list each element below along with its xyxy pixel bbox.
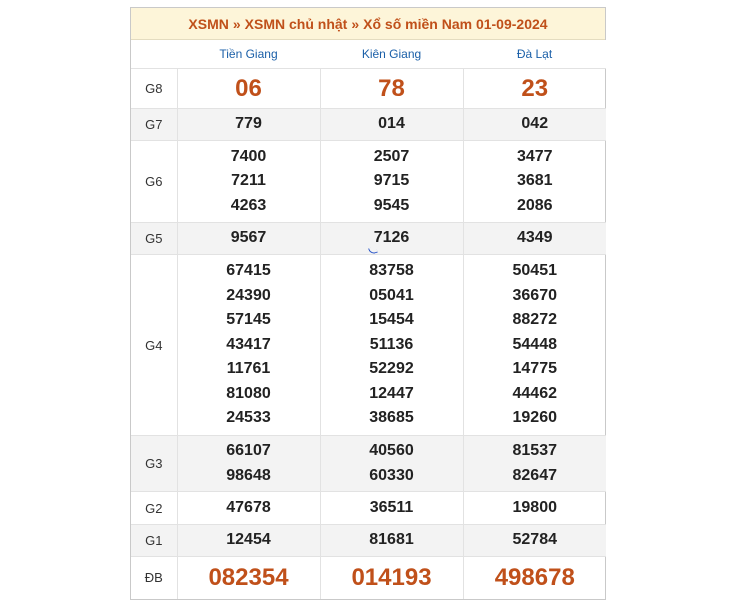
prize-number: 2507: [373, 147, 410, 165]
prize-number: 4349: [516, 229, 553, 247]
prize-number: 7126: [373, 229, 410, 247]
prize-number: 9715: [373, 172, 410, 190]
prize-number: 44462: [512, 384, 558, 402]
prize-label: G3: [131, 435, 178, 492]
prize-label: G5: [131, 222, 178, 255]
breadcrumb-separator: »: [351, 15, 360, 32]
prize-label: G6: [131, 140, 178, 223]
special-prize-number: 082354: [208, 563, 289, 591]
prize-label: G8: [131, 68, 178, 109]
special-prize-number: 498678: [494, 563, 575, 591]
prize-number: 82647: [512, 466, 558, 484]
prize-number: 36511: [369, 498, 414, 516]
prize-number: 779: [235, 115, 262, 133]
prize-number: 19800: [512, 498, 558, 516]
prize-row-g6: G6 7400 7211 4263 2507 9715 9545 3477 36…: [131, 140, 606, 223]
province-kien-giang: Kiên Giang: [320, 40, 463, 69]
prize-label: ĐB: [131, 556, 178, 599]
prize-number: 19260: [512, 409, 558, 427]
prize-number: 81537: [512, 442, 558, 459]
prize-number: 14775: [512, 360, 558, 378]
prize-number: 38685: [369, 409, 414, 427]
prize-number: 88272: [512, 311, 558, 329]
prize-row-g2: G2 47678 36511 19800: [131, 491, 606, 525]
prize-number: 12447: [369, 384, 414, 402]
prize-number: 54448: [512, 335, 558, 353]
province-da-lat: Đà Lạt: [463, 40, 606, 69]
prize-row-g4: G4 67415 24390 57145 43417 11761 81080 2…: [131, 254, 606, 436]
prize-number: 52784: [512, 531, 558, 549]
breadcrumb-xsmn[interactable]: XSMN: [188, 16, 228, 32]
prize-number: 23: [521, 74, 549, 102]
prize-number: 98648: [226, 466, 271, 484]
breadcrumb-separator: »: [232, 15, 241, 32]
prize-number: 9567: [230, 229, 267, 247]
prize-number: 36670: [512, 286, 558, 304]
breadcrumb-xsmn-sunday[interactable]: XSMN chủ nhật: [245, 16, 348, 32]
prize-number: 7400: [230, 147, 267, 165]
breadcrumb: XSMN » XSMN chủ nhật » Xổ số miền Nam 01…: [131, 8, 605, 40]
prize-number: 11761: [226, 360, 271, 378]
prize-number: 9545: [373, 196, 410, 214]
prize-label: G4: [131, 254, 178, 436]
prize-number: 24390: [226, 286, 271, 304]
prize-number: 43417: [226, 335, 271, 353]
prize-number: 3477: [516, 147, 553, 165]
prize-row-special: ĐB 082354 014193 498678: [131, 556, 606, 599]
prize-number: 51136: [369, 335, 414, 353]
prize-number: 50451: [512, 262, 558, 280]
prize-number: 81080: [226, 384, 271, 402]
breadcrumb-page-title[interactable]: Xổ số miền Nam 01-09-2024: [363, 16, 547, 32]
prize-number: 83758: [369, 262, 414, 280]
prize-label: G7: [131, 108, 178, 141]
prize-number: 81681: [369, 531, 414, 549]
prize-number: 24533: [226, 409, 271, 427]
prize-number: 40560: [369, 442, 414, 459]
prize-number: 042: [521, 115, 549, 133]
prize-label: G2: [131, 491, 178, 525]
special-prize-number: 014193: [351, 563, 432, 591]
prize-column-header: [131, 40, 177, 69]
prize-number: 60330: [369, 466, 414, 484]
prize-number: 2086: [516, 196, 553, 214]
prize-number: 52292: [369, 360, 414, 378]
prize-number: 78: [378, 74, 405, 102]
prize-number: 05041: [369, 286, 414, 304]
prize-number: 06: [235, 74, 262, 102]
prize-row-g3: G3 66107 98648 40560 60330 81537 82647: [131, 435, 606, 492]
prize-row-g1: G1 12454 81681 52784: [131, 524, 606, 557]
prize-number: 57145: [226, 311, 271, 329]
prize-number: 4263: [230, 196, 267, 214]
prize-number: 7211: [231, 172, 266, 190]
prize-number: 3681: [516, 172, 553, 190]
prize-row-g7: G7 779 014 042: [131, 108, 606, 141]
prize-number: 014: [378, 115, 405, 133]
prize-number: 67415: [226, 262, 271, 280]
province-tien-giang: Tiền Giang: [177, 40, 320, 69]
prize-row-g8: G8 06 78 23: [131, 68, 606, 109]
results-table: Tiền Giang Kiên Giang Đà Lạt G8 06 78 23…: [131, 40, 606, 599]
prize-number: 66107: [226, 442, 271, 459]
prize-number: 47678: [226, 498, 271, 516]
prize-number: 12454: [226, 531, 271, 549]
prize-label: G1: [131, 524, 178, 557]
province-header-row: Tiền Giang Kiên Giang Đà Lạt: [131, 40, 606, 69]
prize-number: 15454: [369, 311, 414, 329]
results-panel: XSMN » XSMN chủ nhật » Xổ số miền Nam 01…: [130, 7, 606, 600]
